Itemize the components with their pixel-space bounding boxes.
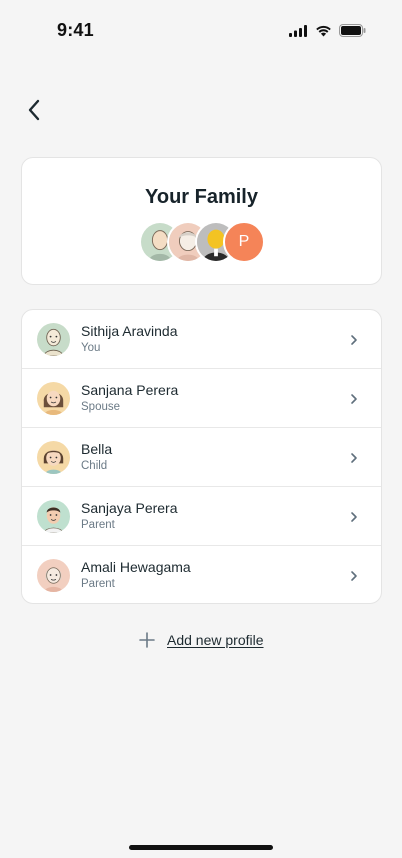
list-item[interactable]: Sanjaya Perera Parent <box>22 487 381 546</box>
list-item[interactable]: Sithija Aravinda You <box>22 310 381 369</box>
family-avatar-stack: P <box>139 221 269 263</box>
member-name: Bella <box>81 441 113 457</box>
member-role: Parent <box>81 519 115 531</box>
avatar <box>37 382 70 415</box>
member-name: Sithija Aravinda <box>81 323 178 339</box>
chevron-right-icon <box>351 394 357 404</box>
home-indicator <box>129 845 273 850</box>
member-name: Sanjaya Perera <box>81 500 178 516</box>
status-time: 9:41 <box>57 20 94 40</box>
back-arrow-icon <box>28 99 40 121</box>
list-item[interactable]: Amali Hewagama Parent <box>22 546 381 603</box>
status-bar: 9:41 <box>0 0 402 62</box>
family-card: Your Family P <box>21 157 382 285</box>
members-list: Sithija Aravinda You Sanjana Perera Spou… <box>21 309 382 604</box>
avatar <box>37 323 70 356</box>
member-role: Child <box>81 460 108 472</box>
member-name: Amali Hewagama <box>81 559 191 575</box>
member-name: Sanjana Perera <box>81 382 179 398</box>
list-item[interactable]: Sanjana Perera Spouse <box>22 369 381 428</box>
family-title: Your Family <box>145 186 258 208</box>
member-role: Parent <box>81 578 115 590</box>
add-profile-button[interactable]: Add new profile <box>139 630 264 650</box>
status-icons <box>289 24 366 37</box>
avatar <box>37 559 70 592</box>
wifi-icon <box>316 25 331 36</box>
avatar <box>37 441 70 474</box>
avatar-letter: P <box>223 221 265 263</box>
chevron-right-icon <box>351 512 357 522</box>
member-role: You <box>81 342 101 354</box>
plus-icon <box>139 632 155 648</box>
add-profile-label: Add new profile <box>167 632 264 648</box>
chevron-right-icon <box>351 335 357 345</box>
member-role: Spouse <box>81 401 121 413</box>
chevron-right-icon <box>351 453 357 463</box>
list-item[interactable]: Bella Child <box>22 428 381 487</box>
signal-icon <box>289 24 307 37</box>
avatar <box>37 500 70 533</box>
back-button[interactable] <box>20 96 48 124</box>
chevron-right-icon <box>351 571 357 581</box>
battery-icon <box>339 24 366 37</box>
